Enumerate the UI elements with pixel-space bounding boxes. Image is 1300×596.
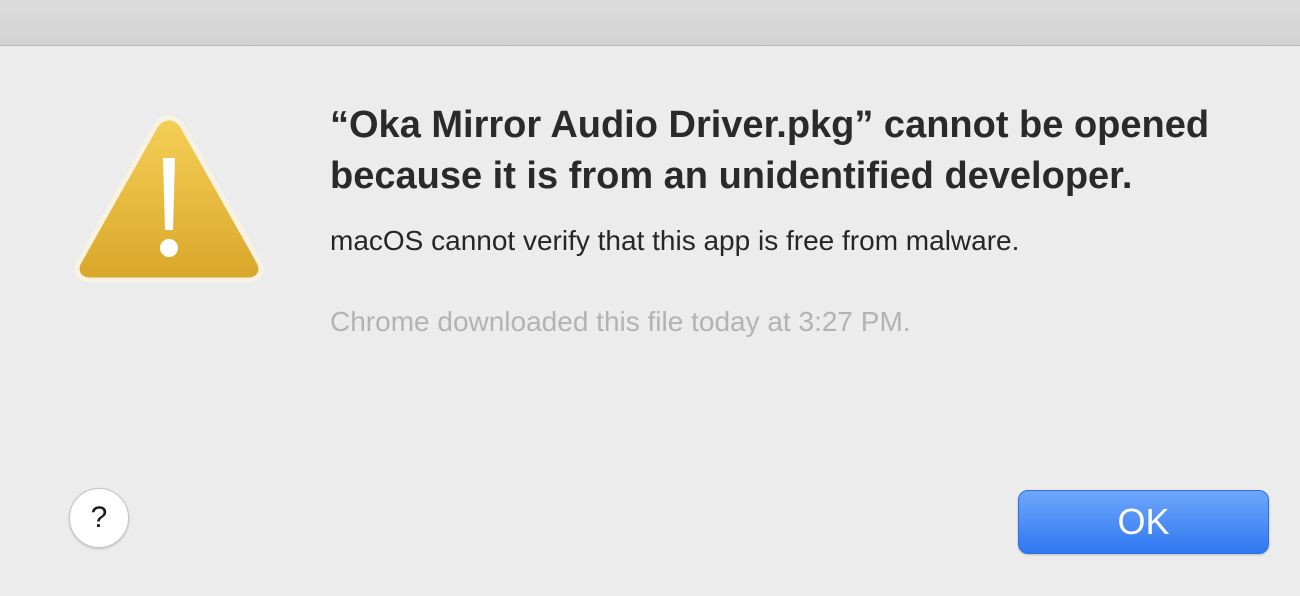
dialog-message: macOS cannot verify that this app is fre… xyxy=(330,225,1020,256)
window-title-bar xyxy=(0,0,1300,46)
dialog-content: “Oka Mirror Audio Driver.pkg” cannot be … xyxy=(330,100,1230,342)
ok-button-label: OK xyxy=(1117,501,1170,542)
help-button[interactable]: ? xyxy=(69,488,129,548)
alert-dialog: “Oka Mirror Audio Driver.pkg” cannot be … xyxy=(0,0,1300,596)
dialog-heading: “Oka Mirror Audio Driver.pkg” cannot be … xyxy=(330,104,1210,197)
help-icon: ? xyxy=(90,501,108,534)
download-source-note: Chrome downloaded this file today at 3:2… xyxy=(330,306,911,337)
warning-triangle-icon xyxy=(74,115,264,283)
ok-button[interactable]: OK xyxy=(1018,490,1269,554)
